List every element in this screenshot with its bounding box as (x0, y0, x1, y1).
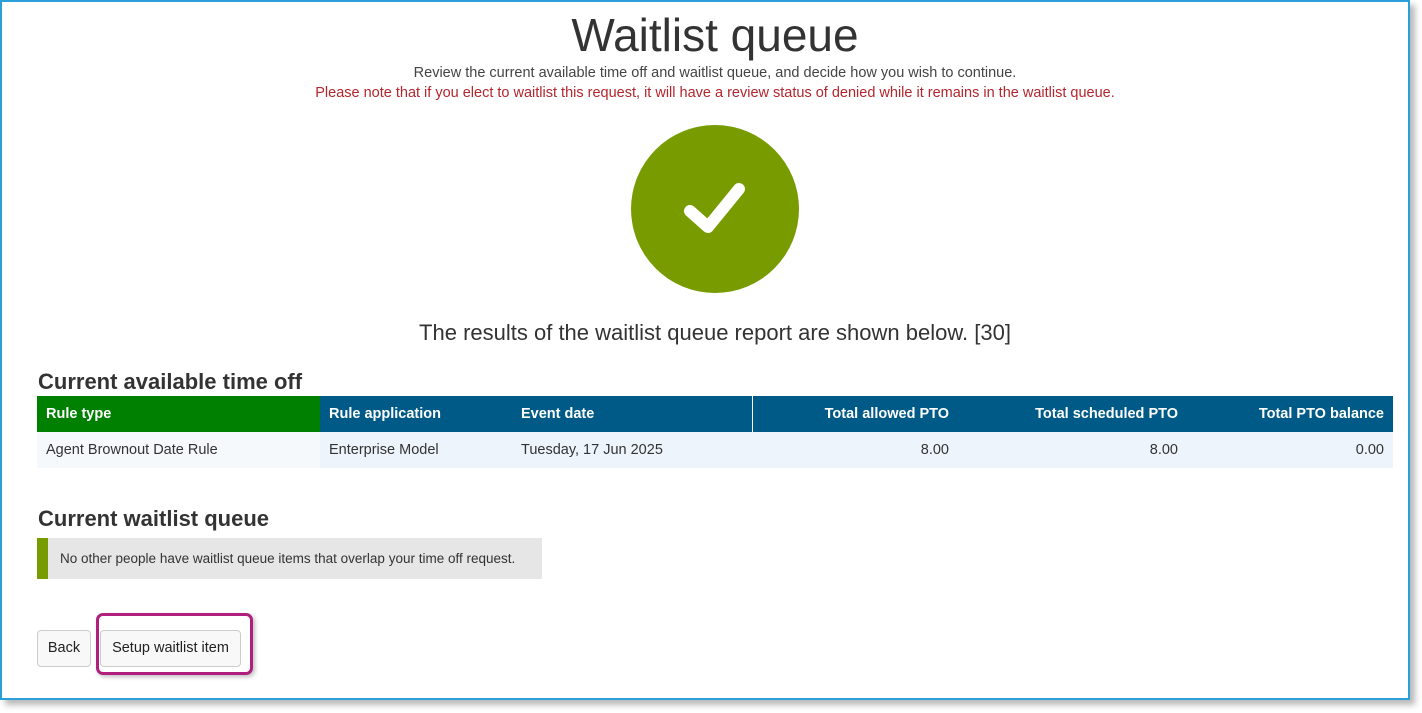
table-header-row: Rule type Rule application Event date To… (37, 396, 1393, 432)
results-summary: The results of the waitlist queue report… (419, 320, 1011, 345)
waitlist-queue-heading: Current waitlist queue (38, 506, 270, 531)
denied-status-warning: Please note that if you elect to waitlis… (315, 85, 1115, 101)
cell-total-scheduled-pto: 8.00 (958, 432, 1187, 468)
cell-rule-application: Enterprise Model (320, 432, 512, 468)
page-subtitle: Review the current available time off an… (413, 65, 1017, 81)
column-header-rule-type: Rule type (37, 396, 320, 432)
page-title: Waitlist queue (571, 9, 859, 61)
table-row: Agent Brownout Date Rule Enterprise Mode… (37, 432, 1393, 468)
success-indicator (631, 125, 799, 293)
cell-total-allowed-pto: 8.00 (752, 432, 958, 468)
back-button[interactable]: Back (37, 630, 91, 667)
setup-waitlist-item-button[interactable]: Setup waitlist item (100, 630, 241, 667)
column-header-event-date: Event date (512, 396, 752, 432)
cell-total-pto-balance: 0.00 (1187, 432, 1393, 468)
available-time-off-table: Rule type Rule application Event date To… (37, 396, 1393, 468)
column-header-total-scheduled-pto: Total scheduled PTO (958, 396, 1187, 432)
app-frame (0, 0, 1410, 700)
column-header-total-pto-balance: Total PTO balance (1187, 396, 1393, 432)
column-header-rule-application: Rule application (320, 396, 512, 432)
cell-rule-type: Agent Brownout Date Rule (37, 432, 320, 468)
checkmark-icon (684, 183, 745, 233)
column-header-total-allowed-pto: Total allowed PTO (751, 396, 958, 432)
no-overlap-message: No other people have waitlist queue item… (37, 538, 542, 579)
available-time-off-heading: Current available time off (38, 369, 303, 394)
cell-event-date: Tuesday, 17 Jun 2025 (512, 432, 752, 468)
